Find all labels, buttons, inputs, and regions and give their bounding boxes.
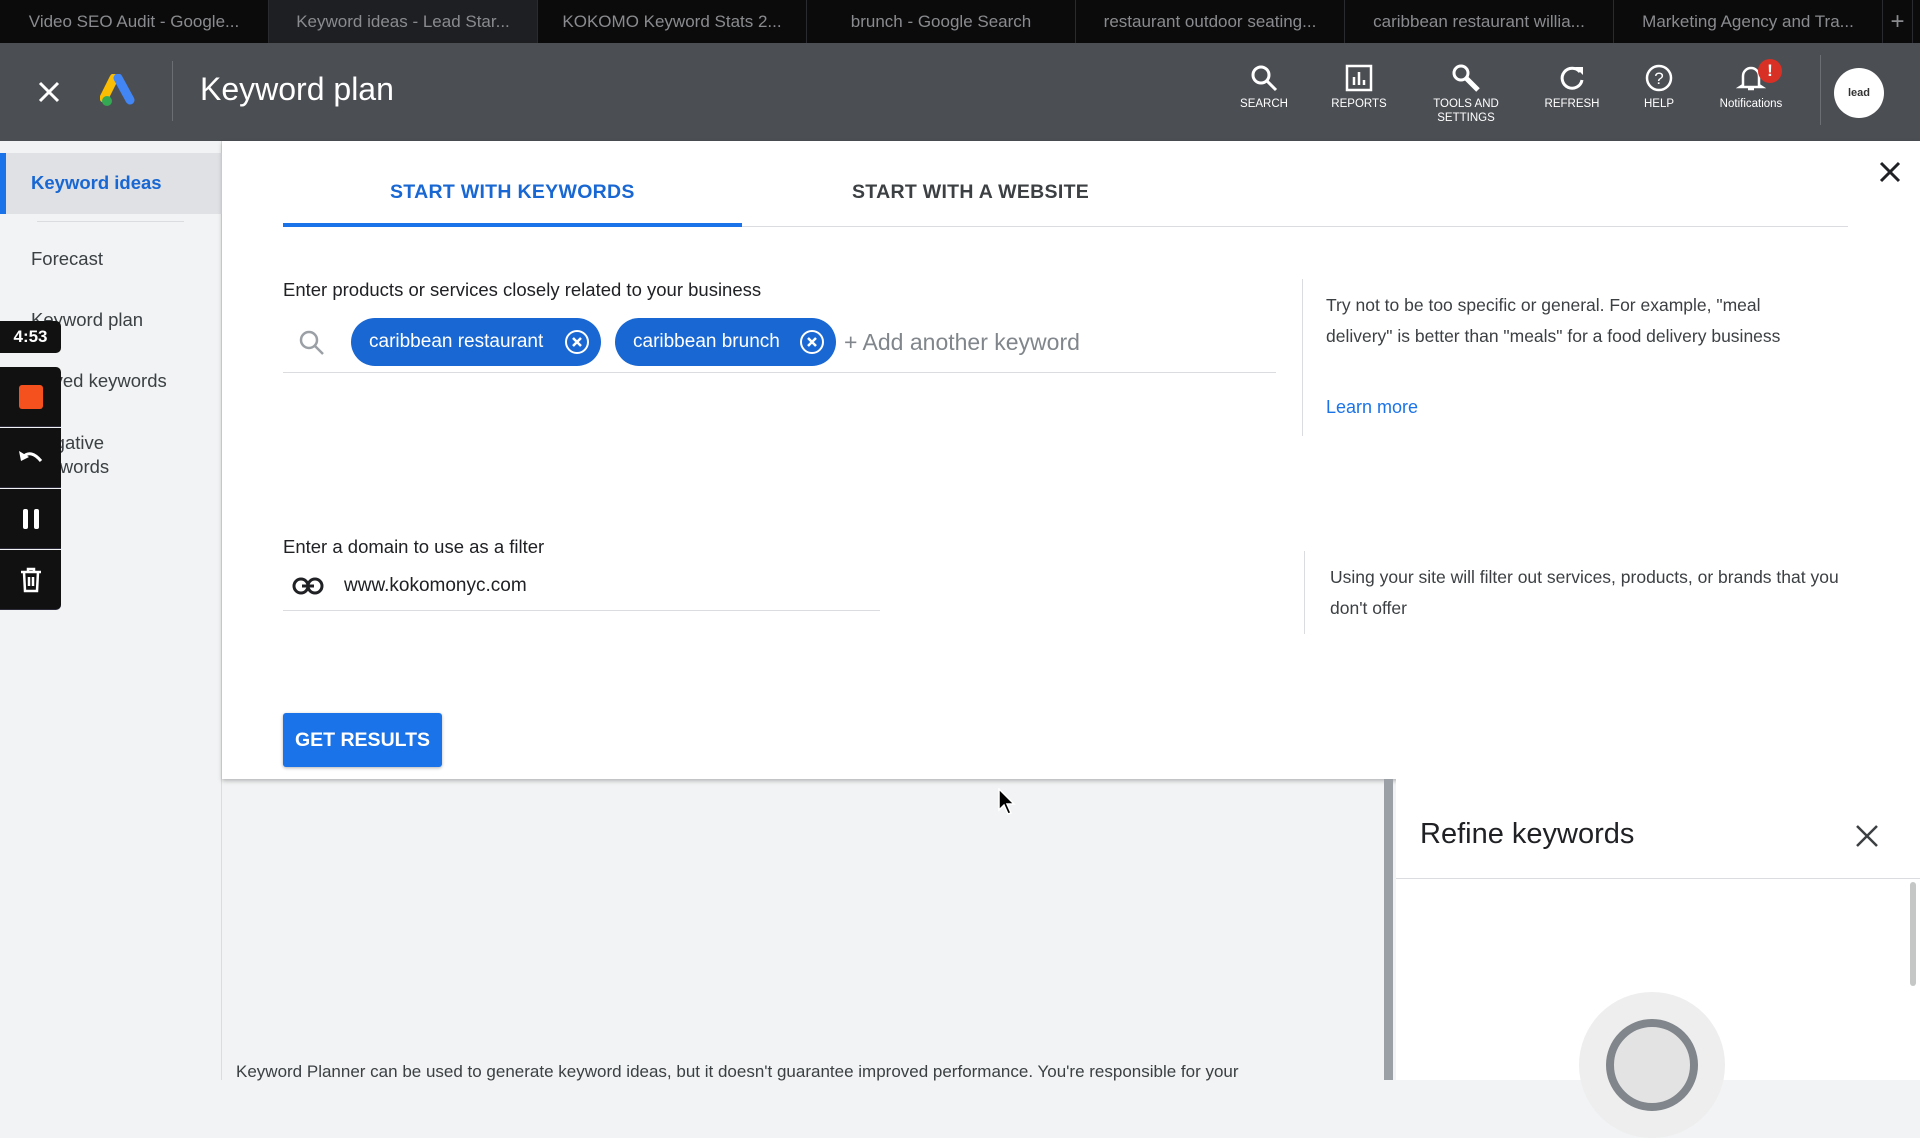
tools-and-settings-button[interactable]: TOOLS AND SETTINGS xyxy=(1421,63,1511,125)
recording-timer: 4:53 xyxy=(0,321,61,353)
avatar-text: lead xyxy=(1847,87,1870,99)
help-label: HELP xyxy=(1643,98,1675,110)
tab-start-with-keywords[interactable]: START WITH KEYWORDS xyxy=(390,181,635,204)
trash-icon xyxy=(20,567,41,592)
keyword-chip: caribbean brunch xyxy=(615,318,836,366)
browser-tab[interactable]: Keyword ideas - Lead Star... xyxy=(269,0,538,43)
disclaimer-text: Keyword Planner can be used to generate … xyxy=(236,1062,1239,1081)
pause-button[interactable] xyxy=(0,489,61,549)
keyword-chip-label: caribbean restaurant xyxy=(369,331,544,352)
undo-button[interactable] xyxy=(0,428,61,488)
sidebar: Keyword ideas Forecast Keyword plan Save… xyxy=(0,141,222,1080)
reports-button[interactable]: REPORTS xyxy=(1314,63,1404,111)
app-header: Keyword plan SEARCH REPORTS TOOLS AND SE… xyxy=(0,43,1920,141)
scrollbar[interactable] xyxy=(1910,882,1916,986)
header-divider xyxy=(1820,55,1821,125)
keyword-chip-label: caribbean brunch xyxy=(633,331,780,352)
sidebar-item-forecast[interactable]: Forecast xyxy=(31,248,103,270)
browser-tab[interactable]: restaurant outdoor seating... xyxy=(1076,0,1345,43)
remove-chip-icon[interactable] xyxy=(800,330,824,354)
close-icon[interactable] xyxy=(1855,824,1879,848)
domain-label: Enter a domain to use as a filter xyxy=(283,536,545,557)
tools-label: TOOLS AND SETTINGS xyxy=(1433,98,1499,124)
panel-resize-handle[interactable] xyxy=(1384,779,1393,1080)
notifications-label: Notifications xyxy=(1719,98,1783,110)
spinner-ring xyxy=(1606,1019,1698,1111)
domain-help-text: Using your site will filter out services… xyxy=(1330,567,1839,618)
keywords-help-text: Try not to be too specific or general. F… xyxy=(1326,295,1781,346)
refine-keywords-title: Refine keywords xyxy=(1420,818,1635,850)
notification-badge: ! xyxy=(1758,59,1782,83)
stop-recording-button[interactable] xyxy=(0,367,61,427)
reports-label: REPORTS xyxy=(1331,98,1387,110)
remove-chip-icon[interactable] xyxy=(565,330,589,354)
header-divider xyxy=(172,61,173,121)
keyword-chip: caribbean restaurant xyxy=(351,318,601,366)
search-label: SEARCH xyxy=(1240,98,1288,110)
search-icon xyxy=(299,330,324,355)
browser-tab[interactable]: KOKOMO Keyword Stats 2... xyxy=(538,0,807,43)
pause-icon xyxy=(22,508,39,529)
domain-input-underline xyxy=(283,610,880,611)
sidebar-item-label: Keyword ideas xyxy=(31,172,162,193)
tab-start-with-a-website[interactable]: START WITH A WEBSITE xyxy=(852,181,1089,204)
active-tab-indicator xyxy=(283,223,742,227)
refresh-icon xyxy=(1560,66,1584,90)
keywords-label: Enter products or services closely relat… xyxy=(283,279,762,300)
page-title: Keyword plan xyxy=(200,71,394,107)
keyword-input-underline xyxy=(283,372,1276,373)
browser-tab[interactable]: brunch - Google Search xyxy=(807,0,1076,43)
new-tab-button[interactable]: + xyxy=(1883,0,1913,43)
search-icon xyxy=(1251,65,1278,92)
help-divider xyxy=(1304,551,1305,634)
refine-divider xyxy=(1396,878,1920,879)
sidebar-item-keyword-ideas[interactable]: Keyword ideas xyxy=(0,153,222,214)
add-keyword-input[interactable]: + Add another keyword xyxy=(844,329,1080,356)
search-button[interactable]: SEARCH xyxy=(1219,63,1309,111)
stop-icon xyxy=(18,384,43,409)
refresh-label: REFRESH xyxy=(1544,98,1600,110)
notifications-button[interactable]: Notifications ! xyxy=(1706,59,1796,111)
refine-keywords-panel: Refine keywords xyxy=(1396,779,1920,1138)
avatar[interactable]: lead xyxy=(1834,68,1884,118)
close-icon[interactable] xyxy=(37,80,61,104)
undo-icon xyxy=(18,450,42,462)
domain-input[interactable]: www.kokomonyc.com xyxy=(344,575,527,597)
loading-spinner xyxy=(1579,992,1725,1138)
browser-tab[interactable]: Marketing Agency and Tra... xyxy=(1614,0,1883,43)
refresh-button[interactable]: REFRESH xyxy=(1527,63,1617,111)
browser-tab-bar: Video SEO Audit - Google... Keyword idea… xyxy=(0,0,1920,43)
wrench-icon xyxy=(1452,64,1480,92)
link-icon xyxy=(292,577,324,595)
sidebar-divider xyxy=(37,221,184,222)
browser-tab[interactable]: caribbean restaurant willia... xyxy=(1345,0,1614,43)
help-icon: ? xyxy=(1645,64,1673,92)
mouse-cursor-icon xyxy=(998,788,1016,815)
learn-more-link[interactable]: Learn more xyxy=(1326,397,1418,418)
help-button[interactable]: ? HELP xyxy=(1614,63,1704,111)
reports-icon xyxy=(1345,64,1373,92)
close-icon[interactable] xyxy=(1879,161,1901,183)
browser-tab[interactable]: Video SEO Audit - Google... xyxy=(0,0,269,43)
svg-text:?: ? xyxy=(1654,69,1663,88)
get-results-button[interactable]: GET RESULTS xyxy=(283,713,442,767)
help-divider xyxy=(1302,279,1303,436)
keyword-ideas-panel: START WITH KEYWORDS START WITH A WEBSITE… xyxy=(222,141,1920,779)
google-ads-logo-icon xyxy=(100,74,135,106)
delete-recording-button[interactable] xyxy=(0,550,61,610)
